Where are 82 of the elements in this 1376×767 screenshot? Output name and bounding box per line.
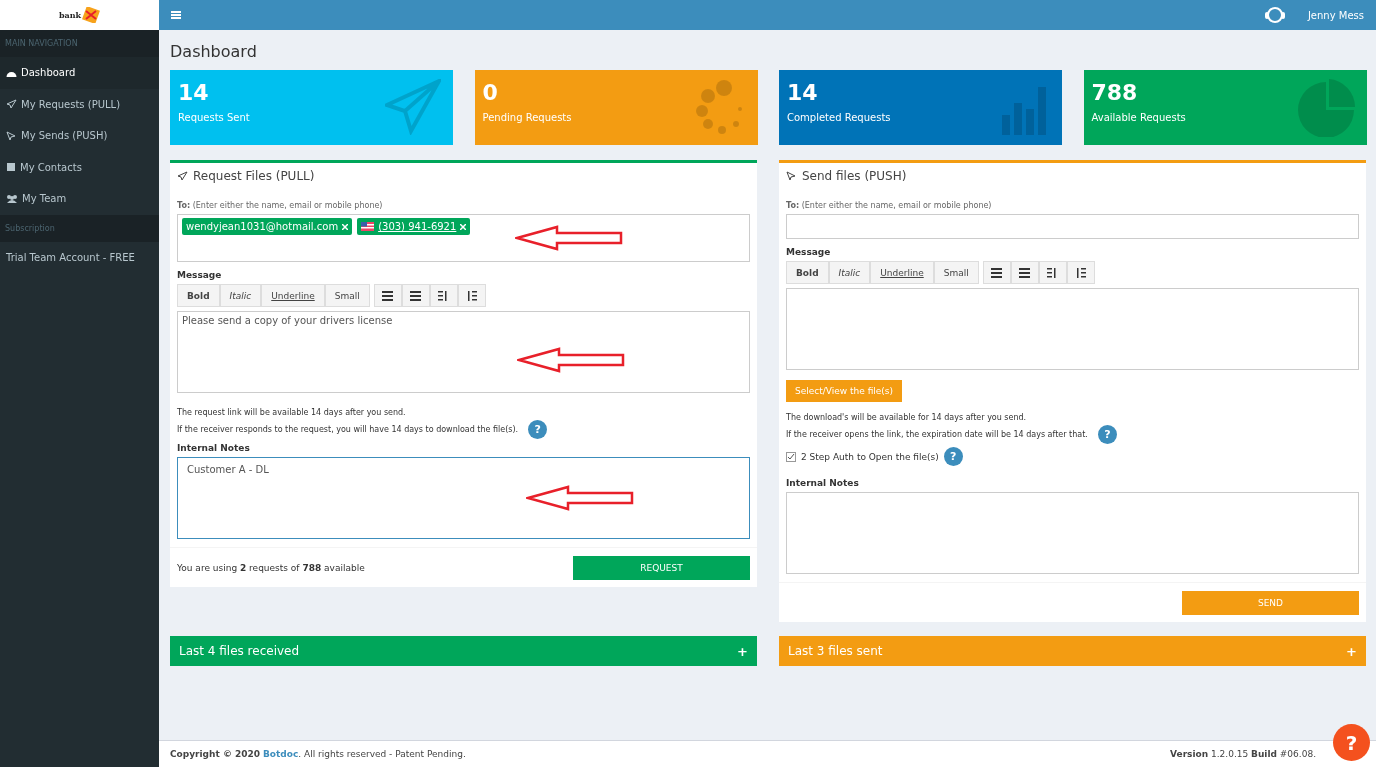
indent-button[interactable] xyxy=(1066,261,1095,284)
format-button[interactable]: Italic xyxy=(219,284,262,307)
bullet-list-icon xyxy=(991,267,1003,278)
cursor-icon xyxy=(786,171,797,181)
notes-field[interactable] xyxy=(786,492,1359,574)
checkbox-label: 2 Step Auth to Open the file(s) xyxy=(801,451,939,462)
flag-icon xyxy=(361,222,375,231)
format-button[interactable]: Bold xyxy=(786,261,829,284)
outdent-icon xyxy=(438,290,450,301)
recipient-field[interactable] xyxy=(786,214,1359,239)
paper-plane-icon xyxy=(385,79,441,135)
paper-plane-icon xyxy=(177,171,188,181)
usage-text: You are using 2 requests of 788 available xyxy=(177,563,365,573)
bullet-list-button[interactable] xyxy=(982,261,1011,284)
numbered-list-button[interactable] xyxy=(401,284,430,307)
panel-title: Request Files (PULL) xyxy=(193,169,315,183)
stat-value: 788 xyxy=(1091,80,1139,105)
outdent-button[interactable] xyxy=(429,284,458,307)
indent-button[interactable] xyxy=(457,284,486,307)
outdent-button[interactable] xyxy=(1038,261,1067,284)
bullet-list-icon xyxy=(382,290,394,301)
nav-item[interactable]: My Contacts xyxy=(0,151,159,183)
help-icon[interactable]: ? xyxy=(1097,425,1117,444)
stat-value: 0 xyxy=(482,80,499,105)
info-text: If the receiver opens the link, the expiration date will be 14 days after that. xyxy=(786,429,1088,441)
headset-icon[interactable] xyxy=(1263,5,1286,25)
stat-value: 14 xyxy=(178,80,210,105)
numbered-list-icon xyxy=(1019,267,1031,278)
logo-icon xyxy=(82,7,101,23)
paper-plane-icon xyxy=(6,99,17,110)
stat-label: Requests Sent xyxy=(178,112,251,123)
format-button[interactable]: Small xyxy=(324,284,370,307)
contact-book-icon xyxy=(6,162,16,173)
numbered-list-button[interactable] xyxy=(1010,261,1039,284)
nav-item[interactable]: My Sends (PUSH) xyxy=(0,120,159,152)
format-button[interactable]: Bold xyxy=(177,284,220,307)
bullet-list-button[interactable] xyxy=(373,284,402,307)
message-field[interactable]: Please send a copy of your drivers license xyxy=(177,311,750,393)
panel-title: Send files (PUSH) xyxy=(802,169,907,183)
recipient-label: To: (Enter either the name, email or mobile phone) xyxy=(786,201,993,210)
format-button[interactable]: Small xyxy=(933,261,979,284)
internal-notes-label: Internal Notes xyxy=(786,478,860,488)
format-button[interactable]: Underline xyxy=(870,261,934,284)
nav-item[interactable]: My Team xyxy=(0,183,159,215)
stat-label: Pending Requests xyxy=(482,112,573,123)
info-text: If the receiver responds to the request, you will have 14 days to download the file(s). xyxy=(177,424,519,436)
logo[interactable]: bank xyxy=(0,0,159,30)
format-button[interactable]: Italic xyxy=(828,261,871,284)
copyright-text: Copyright © 2020 Botdoc. All rights reserved - Patent Pending. xyxy=(170,749,466,759)
notes-field[interactable]: Customer A - DL xyxy=(177,457,750,539)
page-title: Dashboard xyxy=(170,42,258,61)
version-text: Version 1.2.0.15 Build #06.08. xyxy=(1170,749,1316,759)
indent-icon xyxy=(1075,267,1087,278)
help-icon[interactable]: ? xyxy=(943,447,963,466)
checkbox[interactable] xyxy=(786,451,796,462)
format-button[interactable]: Underline xyxy=(261,284,325,307)
message-field[interactable] xyxy=(786,288,1359,370)
indent-icon xyxy=(466,290,478,301)
help-icon[interactable]: ? xyxy=(528,420,548,439)
stat-value: 14 xyxy=(787,80,819,105)
message-label: Message xyxy=(177,270,223,280)
stat-label: Completed Requests xyxy=(787,112,892,123)
nav-item[interactable]: Trial Team Account - FREE xyxy=(0,241,159,273)
menu-icon[interactable] xyxy=(171,11,181,19)
close-icon[interactable] xyxy=(460,223,467,230)
close-icon[interactable] xyxy=(342,223,349,230)
section-header: Subscription xyxy=(0,214,159,242)
numbered-list-icon xyxy=(410,290,422,301)
stat-label: Available Requests xyxy=(1091,112,1187,123)
pie-chart-icon xyxy=(1296,79,1355,137)
internal-notes-label: Internal Notes xyxy=(177,443,251,453)
nav-item[interactable]: My Requests (PULL) xyxy=(0,88,159,120)
outdent-icon xyxy=(1047,267,1059,278)
users-icon xyxy=(6,193,18,204)
info-text: The download's will be available for 14 days after you send. xyxy=(786,412,1027,424)
section-header: MAIN NAVIGATION xyxy=(0,30,159,57)
nav-item[interactable]: Dashboard xyxy=(0,57,159,89)
cursor-icon xyxy=(6,130,17,141)
user-name[interactable]: Jenny Mess xyxy=(1307,9,1364,21)
recipient-label: To: (Enter either the name, email or mobile phone) xyxy=(177,201,384,210)
info-text: The request link will be available 14 days after you send. xyxy=(177,407,406,419)
message-label: Message xyxy=(786,247,832,257)
